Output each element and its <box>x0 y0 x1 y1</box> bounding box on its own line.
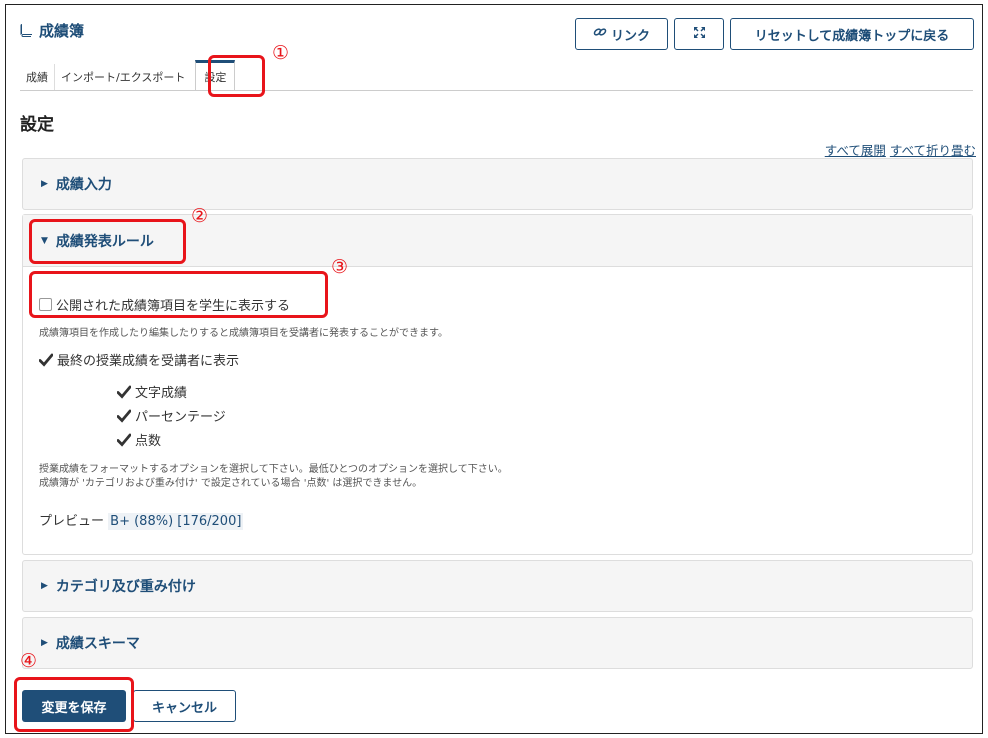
reset-button-label: リセットして成績簿トップに戻る <box>754 28 950 44</box>
tab-import-export[interactable]: インポート/エクスポート <box>55 64 191 90</box>
panel-grading-schema: ▶ 成績スキーマ <box>22 617 973 669</box>
expand-icon <box>693 26 706 43</box>
points-checkbox[interactable] <box>116 433 132 447</box>
caret-right-icon: ▶ <box>41 179 48 189</box>
annotation-box-1 <box>208 55 265 97</box>
format-help-2: 成績簿が 'カテゴリおよび重み付け' で設定されている場合 '点数' は選択でき… <box>39 478 423 489</box>
annotation-box-3 <box>29 271 328 318</box>
tab-grades-label: 成績 <box>26 71 48 84</box>
percentage-label: パーセンテージ <box>135 410 226 425</box>
show-items-help: 成績簿項目を作成したり編集したりすると成績簿項目を受講者に発表することができます… <box>39 328 448 339</box>
tab-grades[interactable]: 成績 <box>20 64 55 90</box>
option-letter-row: 文字成績 <box>116 382 188 401</box>
annotation-number-2: ② <box>191 205 209 227</box>
gradebook-title: 成績簿 <box>20 20 84 41</box>
percentage-checkbox[interactable] <box>116 409 132 423</box>
reset-gradebook-button[interactable]: リセットして成績簿トップに戻る <box>730 18 974 50</box>
panel-grading-schema-title: 成績スキーマ <box>55 636 140 652</box>
cancel-button-label: キャンセル <box>151 700 217 716</box>
final-grade-checkbox[interactable] <box>38 353 54 367</box>
panel-categories-header[interactable]: ▶ カテゴリ及び重み付け <box>23 561 972 611</box>
panel-categories: ▶ カテゴリ及び重み付け <box>22 560 973 612</box>
letter-grade-checkbox[interactable] <box>116 385 132 399</box>
preview-label: プレビュー <box>39 514 105 529</box>
link-button-label: リンク <box>610 28 650 44</box>
final-grade-row: 最終の授業成績を受講者に表示 <box>38 350 240 369</box>
annotation-number-3: ③ <box>331 256 349 278</box>
page-title: 設定 <box>20 115 54 135</box>
gradebook-title-text: 成績簿 <box>39 22 85 40</box>
final-grade-label: 最終の授業成績を受講者に表示 <box>57 354 240 369</box>
tabs-divider <box>20 90 973 91</box>
panel-grading-schema-header[interactable]: ▶ 成績スキーマ <box>23 618 972 668</box>
fullscreen-button[interactable] <box>674 18 724 50</box>
book-icon <box>20 24 32 37</box>
panel-grade-entry: ▶ 成績入力 <box>22 158 973 210</box>
annotation-number-4: ④ <box>20 650 38 672</box>
collapse-all-link[interactable]: すべて折り畳む <box>890 143 976 158</box>
preview-value: B+ (88%) [176/200] <box>108 513 244 530</box>
letter-grade-label: 文字成績 <box>135 386 188 401</box>
annotation-box-4 <box>14 677 134 732</box>
panel-grade-entry-header[interactable]: ▶ 成績入力 <box>23 159 972 209</box>
option-percent-row: パーセンテージ <box>116 406 226 425</box>
caret-right-icon: ▶ <box>41 581 48 591</box>
points-label: 点数 <box>135 434 162 449</box>
expand-all-link[interactable]: すべて展開 <box>825 143 886 158</box>
option-points-row: 点数 <box>116 430 162 449</box>
expand-collapse-links: すべて展開 すべて折り畳む <box>825 140 976 159</box>
tab-bar: 成績 インポート/エクスポート 設定 <box>20 60 236 90</box>
link-icon <box>593 26 607 42</box>
cancel-button[interactable]: キャンセル <box>133 690 236 722</box>
annotation-box-2 <box>29 219 186 264</box>
tab-import-export-label: インポート/エクスポート <box>61 71 186 84</box>
format-help-1: 授業成績をフォーマットするオプションを選択して下さい。最低ひとつのオプションを選… <box>39 464 508 475</box>
link-button[interactable]: リンク <box>575 18 668 50</box>
panel-release-rules: ▼ 成績発表ルール 公開された成績簿項目を学生に表示する 成績簿項目を作成したり… <box>22 214 973 555</box>
panel-categories-title: カテゴリ及び重み付け <box>55 579 196 595</box>
grade-preview: プレビュー B+ (88%) [176/200] <box>39 510 244 530</box>
panel-grade-entry-title: 成績入力 <box>55 177 112 193</box>
caret-right-icon: ▶ <box>41 638 48 648</box>
annotation-number-1: ① <box>272 42 290 64</box>
